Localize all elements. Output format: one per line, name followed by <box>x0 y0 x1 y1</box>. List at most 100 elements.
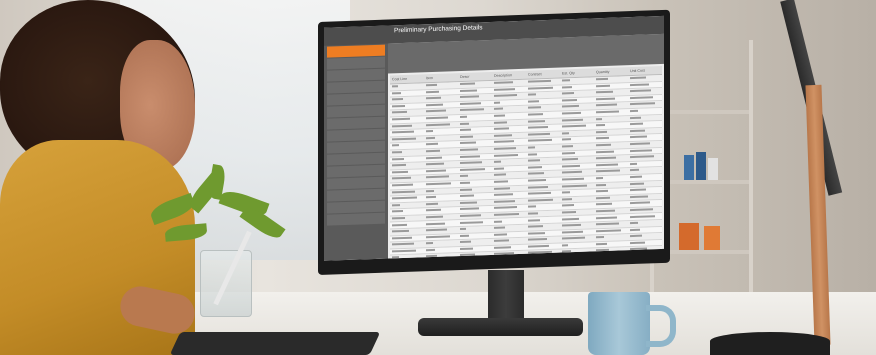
cell-text-blur <box>426 242 433 245</box>
sidebar-item[interactable] <box>327 68 385 82</box>
table-cell <box>424 254 458 261</box>
cell-text-blur <box>630 129 646 132</box>
cell-text-blur <box>460 240 471 244</box>
cell-text-blur <box>460 253 476 257</box>
sidebar-item[interactable] <box>327 188 385 202</box>
table-row[interactable] <box>390 259 662 261</box>
table-cell <box>458 252 492 259</box>
cell-text-blur <box>460 175 468 178</box>
cell-text-blur <box>562 98 577 102</box>
cell-text-blur <box>392 256 400 259</box>
sidebar-item[interactable] <box>327 152 385 166</box>
cell-text-blur <box>630 169 640 172</box>
cell-text-blur <box>596 222 620 226</box>
cell-text-blur <box>426 196 437 199</box>
cell-text-blur <box>562 132 569 135</box>
sidebar-item[interactable] <box>327 56 385 70</box>
cell-text-blur <box>528 225 543 228</box>
cell-text-blur <box>426 103 444 107</box>
sidebar-item[interactable] <box>327 92 385 106</box>
column-header[interactable]: Descr <box>458 72 492 81</box>
cell-text-blur <box>596 137 610 140</box>
cell-text-blur <box>596 156 616 160</box>
column-header[interactable]: Unit Cost <box>628 66 662 75</box>
cell-text-blur <box>460 89 477 92</box>
cell-text-blur <box>562 223 581 227</box>
cell-text-blur <box>562 204 575 207</box>
cell-text-blur <box>528 119 546 123</box>
sidebar-item[interactable] <box>327 104 385 118</box>
column-header[interactable]: Description <box>492 71 526 80</box>
cell-text-blur <box>460 128 472 132</box>
sidebar-item[interactable] <box>327 200 385 214</box>
cell-text-blur <box>630 188 646 192</box>
sidebar-item[interactable] <box>327 128 385 142</box>
cell-text-blur <box>630 76 647 80</box>
column-header[interactable]: Cost Line <box>390 74 424 83</box>
sidebar-item[interactable] <box>327 140 385 154</box>
cell-text-blur <box>630 254 650 258</box>
column-header[interactable]: Item <box>424 73 458 82</box>
cell-text-blur <box>596 183 606 186</box>
cell-text-blur <box>460 247 474 250</box>
table-cell <box>526 257 560 261</box>
cell-text-blur <box>596 196 611 200</box>
table-cell <box>424 260 458 261</box>
sidebar-item[interactable] <box>327 212 385 226</box>
cell-text-blur <box>494 199 515 203</box>
cell-text-blur <box>460 214 482 217</box>
sidebar-item[interactable] <box>327 44 385 58</box>
sidebar-item[interactable] <box>327 176 385 190</box>
cell-text-blur <box>426 143 438 146</box>
cell-text-blur <box>494 206 518 210</box>
cell-text-blur <box>596 77 609 81</box>
cell-text-blur <box>630 162 638 165</box>
cell-text-blur <box>460 220 484 224</box>
cell-text-blur <box>630 122 643 126</box>
cell-text-blur <box>494 147 517 150</box>
table-cell <box>594 254 628 261</box>
keyboard <box>169 332 381 355</box>
column-header[interactable]: Quantity <box>594 67 628 76</box>
app-window-title: Preliminary Purchasing Details <box>394 24 483 35</box>
cell-text-blur <box>494 212 520 216</box>
mug-handle <box>646 305 676 347</box>
cell-text-blur <box>426 182 451 186</box>
cell-text-blur <box>392 216 405 220</box>
cell-text-blur <box>630 214 655 218</box>
monitor-base <box>418 318 583 336</box>
column-header[interactable]: Est. Qty <box>560 68 594 77</box>
table-cell <box>628 260 662 261</box>
cell-text-blur <box>562 191 570 194</box>
grid-body <box>390 74 662 261</box>
cell-text-blur <box>460 181 470 184</box>
cell-text-blur <box>596 90 613 94</box>
sidebar-item[interactable] <box>327 80 385 94</box>
cell-text-blur <box>494 173 506 177</box>
cell-text-blur <box>630 89 651 93</box>
cell-text-blur <box>630 228 641 231</box>
cell-text-blur <box>596 169 621 173</box>
cell-text-blur <box>426 136 436 140</box>
cell-text-blur <box>460 188 473 191</box>
cell-text-blur <box>528 258 535 261</box>
cell-text-blur <box>528 231 545 235</box>
cell-text-blur <box>494 94 518 98</box>
sidebar-item[interactable] <box>327 116 385 130</box>
cell-text-blur <box>426 169 447 172</box>
cell-text-blur <box>460 82 475 86</box>
cell-text-blur <box>596 209 615 213</box>
cell-text-blur <box>562 197 572 201</box>
cell-text-blur <box>528 159 540 162</box>
table-cell <box>492 251 526 258</box>
cell-text-blur <box>494 186 511 190</box>
cell-text-blur <box>392 196 418 200</box>
cell-text-blur <box>596 255 612 259</box>
cell-text-blur <box>528 79 552 83</box>
cell-text-blur <box>392 203 401 207</box>
book <box>708 158 718 180</box>
sidebar-item[interactable] <box>327 164 385 178</box>
cell-text-blur <box>528 152 538 156</box>
column-header[interactable]: Contract <box>526 70 560 79</box>
cell-text-blur <box>426 255 438 258</box>
